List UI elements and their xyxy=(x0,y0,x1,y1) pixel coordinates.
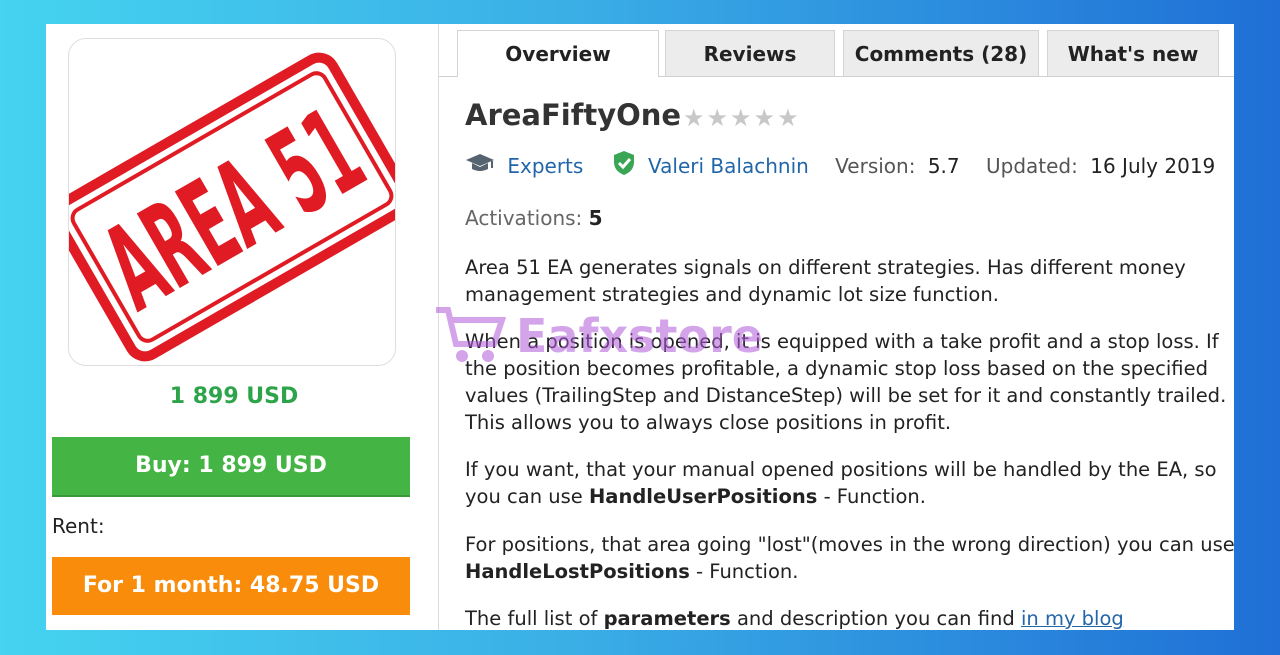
product-price: 1 899 USD xyxy=(169,384,299,409)
function-name: HandleLostPositions xyxy=(465,560,690,583)
text-span: For positions, that area going "lost"(mo… xyxy=(465,533,1234,556)
tab-bar: Overview Reviews Comments (28) What's ne… xyxy=(439,24,1234,77)
tab-overview[interactable]: Overview xyxy=(457,30,659,77)
tab-whats-new[interactable]: What's new xyxy=(1047,30,1219,76)
star-icon[interactable]: ★ xyxy=(754,104,778,132)
description-paragraph: If you want, that your manual opened pos… xyxy=(465,456,1234,510)
category-link[interactable]: Experts xyxy=(507,154,583,178)
rent-1-month-button[interactable]: For 1 month: 48.75 USD xyxy=(52,557,410,615)
product-page: AREA 51 1 899 USD Buy: 1 899 USD Rent: F… xyxy=(46,24,1234,630)
buy-button[interactable]: Buy: 1 899 USD xyxy=(52,437,410,497)
star-icon[interactable]: ★ xyxy=(683,104,707,132)
product-sidebar: AREA 51 1 899 USD Buy: 1 899 USD Rent: F… xyxy=(46,24,438,630)
activations-label: Activations: xyxy=(465,206,583,230)
version-label: Version: xyxy=(835,153,916,178)
function-name: HandleUserPositions xyxy=(588,485,818,508)
star-icon[interactable]: ★ xyxy=(777,104,801,132)
text-span: and description you can find xyxy=(730,607,1021,630)
version-value: 5.7 xyxy=(927,153,960,178)
description-paragraph: When a position is opened, it is equippe… xyxy=(465,330,1227,434)
parameters-label: parameters xyxy=(603,607,731,630)
graduation-cap-icon xyxy=(465,154,501,179)
activations-value: 5 xyxy=(588,206,603,230)
rent-label: Rent: xyxy=(52,514,105,538)
text-span: The full list of xyxy=(465,607,604,630)
updated-label: Updated: xyxy=(986,153,1078,178)
area-51-stamp-logo: AREA 51 xyxy=(69,52,395,362)
verified-shield-icon xyxy=(612,151,642,181)
product-image[interactable]: AREA 51 xyxy=(68,38,396,366)
star-icon[interactable]: ★ xyxy=(707,104,731,132)
star-icon[interactable]: ★ xyxy=(730,104,754,132)
author-link[interactable]: Valeri Balachnin xyxy=(648,154,809,178)
product-details: Overview Reviews Comments (28) What's ne… xyxy=(439,24,1234,630)
activations: Activations: 5 xyxy=(465,206,603,230)
tab-reviews[interactable]: Reviews xyxy=(665,30,835,76)
updated-value: 16 July 2019 xyxy=(1090,153,1216,178)
tab-comments[interactable]: Comments (28) xyxy=(843,30,1039,76)
description-paragraph: For positions, that area going "lost"(mo… xyxy=(465,531,1234,585)
blog-link[interactable]: in my blog xyxy=(1021,607,1124,630)
text-span: - Function. xyxy=(817,485,926,508)
description-paragraph: Area 51 EA generates signals on differen… xyxy=(465,256,1186,306)
rating-stars[interactable]: ★★★★★ xyxy=(683,104,801,132)
description-paragraph: The full list of parameters and descript… xyxy=(465,605,1234,630)
text-span: - Function. xyxy=(689,560,799,583)
product-title: AreaFiftyOne xyxy=(465,98,682,132)
product-meta: Experts Valeri Balachnin Version: 5.7 Up… xyxy=(465,150,1215,180)
